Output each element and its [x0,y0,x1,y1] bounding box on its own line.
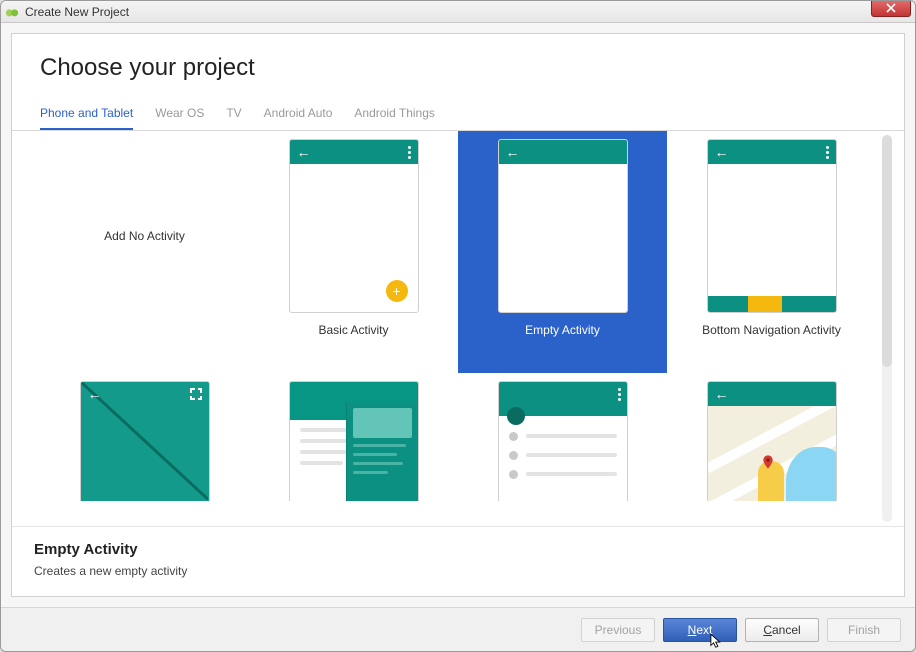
template-thumbnail: ← [498,139,628,313]
appbar-preview: ← [708,382,836,406]
template-empty-activity[interactable]: ← Empty Activity [458,131,667,373]
avatar-icon [507,407,525,425]
overflow-icon [408,146,411,159]
header: Choose your project [12,34,904,88]
scrollbar-thumb[interactable] [882,135,892,367]
template-label: Empty Activity [521,313,604,347]
template-google-maps-activity[interactable]: ← [667,373,876,527]
template-thumbnail: ← [80,381,210,501]
previous-button: Previous [581,618,655,642]
appbar-preview: ← [499,140,627,164]
template-thumbnail: ← [707,139,837,313]
map-pin-icon [760,454,776,470]
template-thumbnail: ← [707,381,837,501]
back-arrow-icon: ← [506,144,520,160]
window-title: Create New Project [25,5,129,19]
wizard-footer: Previous Next Cancel Finish [1,607,915,651]
page-heading: Choose your project [40,54,876,82]
cancel-rest: ancel [772,623,801,637]
gallery-scrollbar[interactable] [882,135,892,522]
selection-title: Empty Activity [34,541,882,558]
template-thumbnail: ← + [289,139,419,313]
template-label: Basic Activity [314,313,392,347]
appbar-preview: ← [708,140,836,164]
template-basic-activity[interactable]: ← + Basic Activity [249,131,458,373]
close-button[interactable] [871,0,911,17]
finish-button: Finish [827,618,901,642]
dialog-window: Create New Project Choose your project P… [0,0,916,652]
tab-android-things[interactable]: Android Things [354,106,435,130]
back-arrow-icon: ← [715,144,729,160]
fab-icon: + [386,280,408,302]
fullscreen-icon [190,388,202,400]
template-gallery[interactable]: Add No Activity ← + Basic Activity [40,131,876,526]
device-tabs: Phone and Tablet Wear OS TV Android Auto… [12,88,904,131]
template-bottom-navigation-activity[interactable]: ← Bottom Navigation Activity [667,131,876,373]
overflow-icon [826,146,829,159]
next-rest: ext [696,623,712,637]
back-arrow-icon: ← [297,144,311,160]
appbar-preview: ← [290,140,418,164]
template-fullscreen-activity[interactable]: ← [40,373,249,527]
content-pane: Choose your project Phone and Tablet Wea… [11,33,905,597]
bottom-nav-preview [708,296,836,312]
template-master-detail-activity[interactable] [458,373,667,527]
close-icon [886,3,896,13]
cancel-mnemonic: C [763,623,772,637]
tab-wear-os[interactable]: Wear OS [155,106,204,130]
template-thumbnail [289,381,419,501]
template-add-no-activity[interactable]: Add No Activity [40,131,249,373]
selection-text: Creates a new empty activity [34,564,882,578]
back-arrow-icon: ← [88,386,102,402]
template-gallery-wrap: Add No Activity ← + Basic Activity [12,131,904,526]
template-thumbnail [498,381,628,501]
template-label: Add No Activity [104,229,185,243]
next-button[interactable]: Next [663,618,737,642]
template-label: Bottom Navigation Activity [698,313,845,347]
selection-description: Empty Activity Creates a new empty activ… [12,526,904,596]
tab-phone-and-tablet[interactable]: Phone and Tablet [40,106,133,130]
titlebar[interactable]: Create New Project [1,1,915,23]
cancel-button[interactable]: Cancel [745,618,819,642]
overflow-icon [618,388,621,401]
tab-tv[interactable]: TV [226,106,241,130]
template-navigation-drawer-activity[interactable] [249,373,458,527]
android-studio-icon [5,5,19,19]
back-arrow-icon: ← [715,386,729,402]
tab-android-auto[interactable]: Android Auto [264,106,333,130]
